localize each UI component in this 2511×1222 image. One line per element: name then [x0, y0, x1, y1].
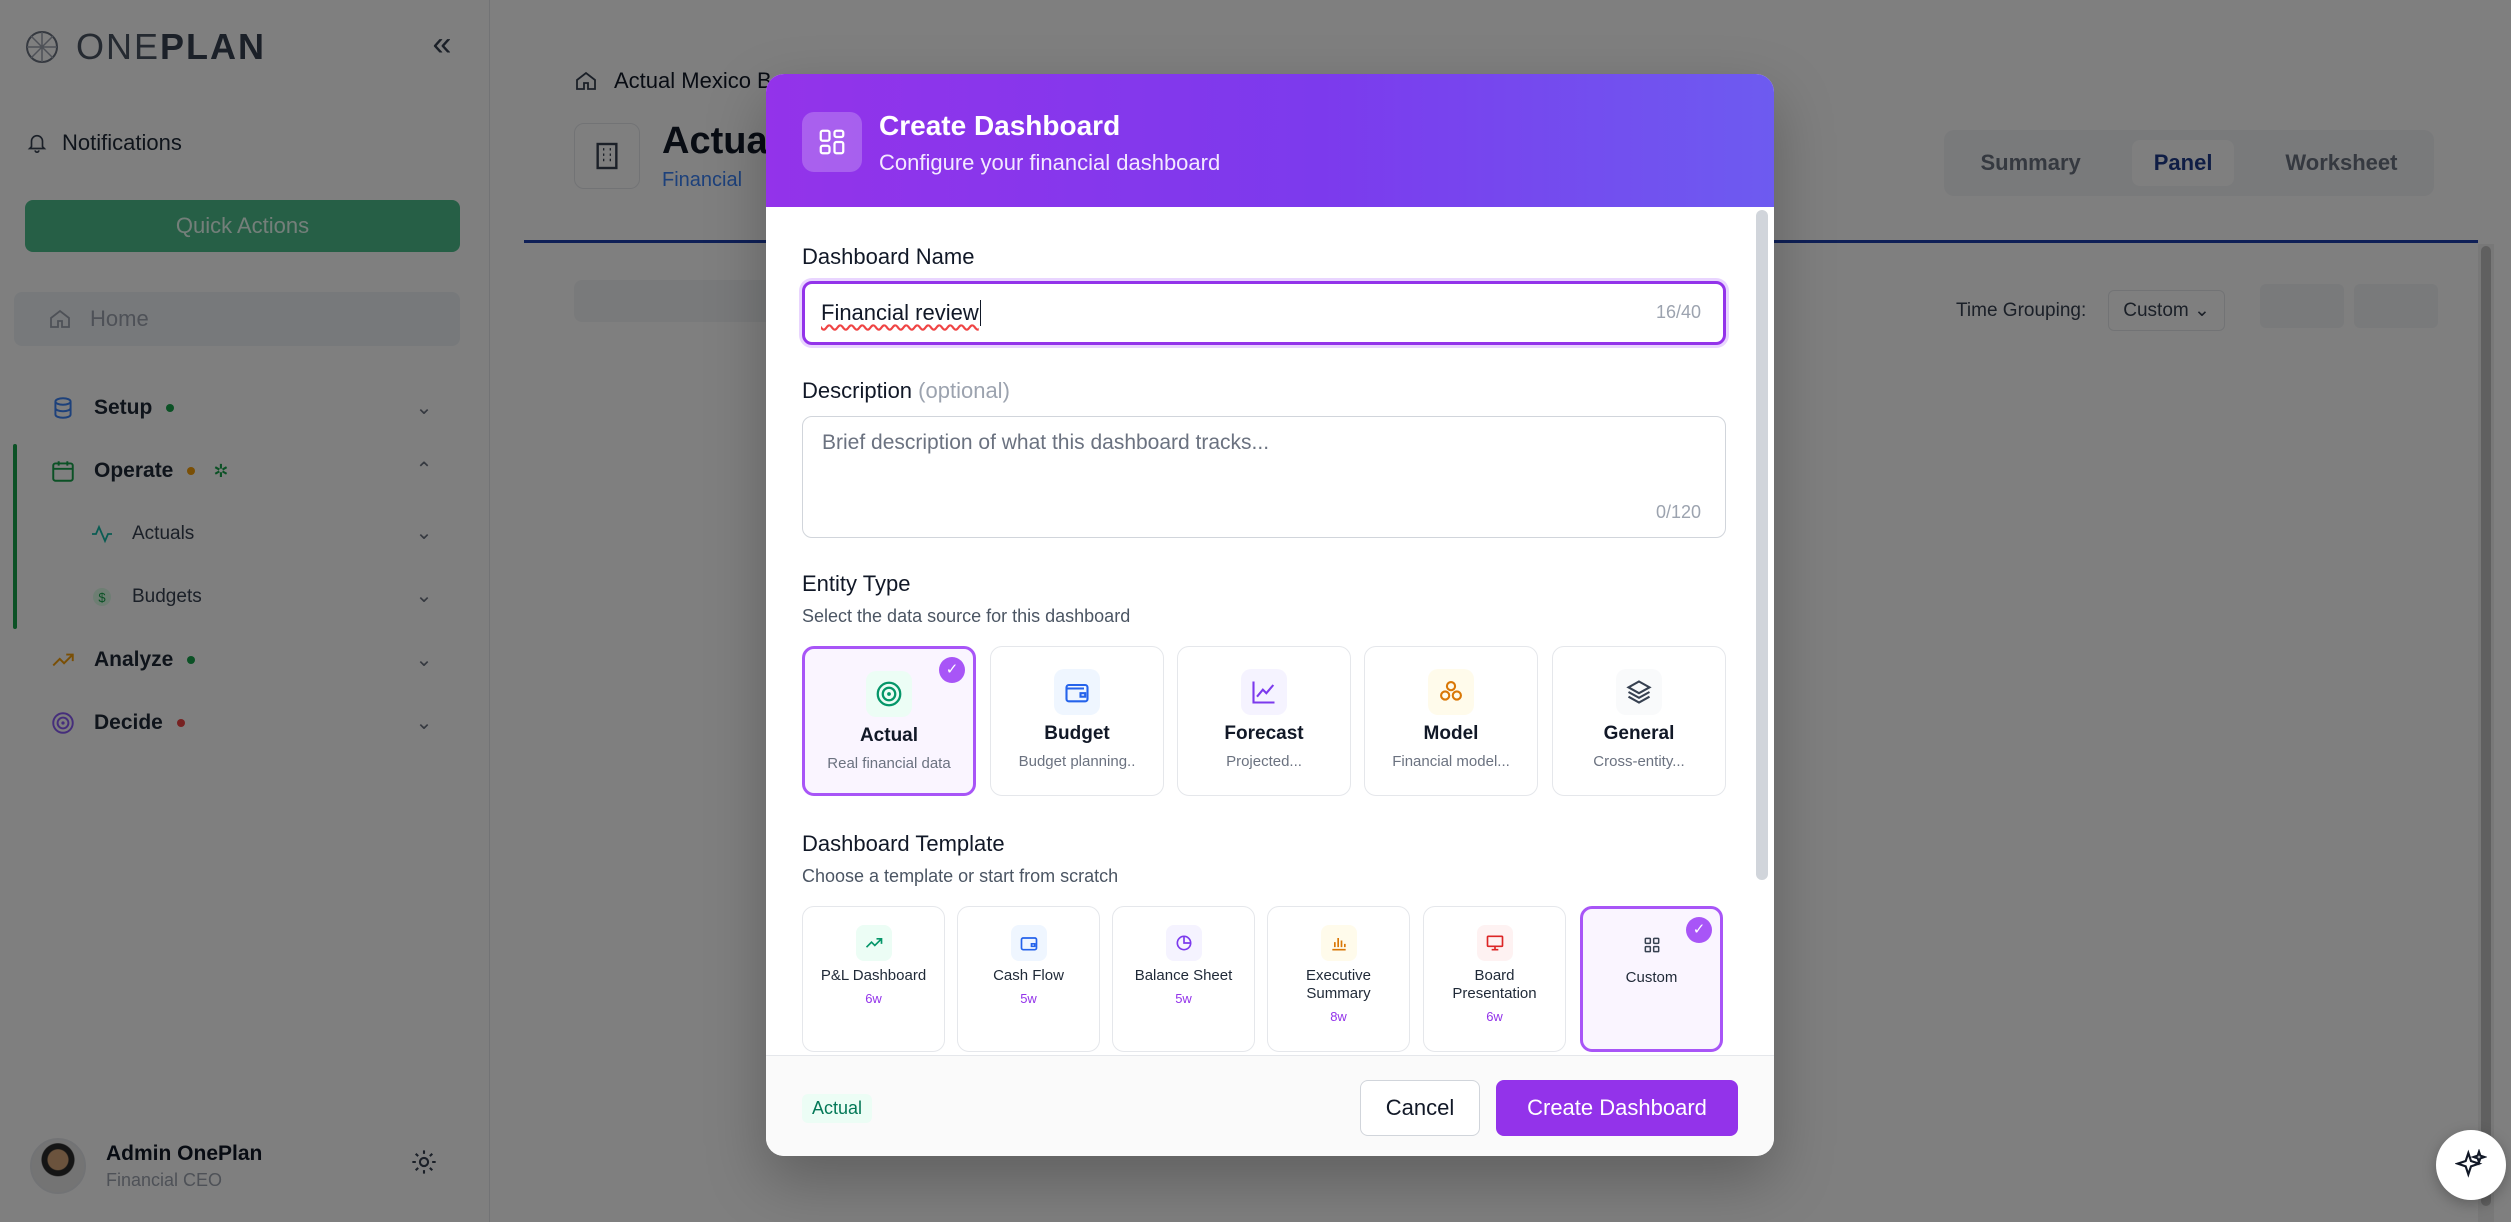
- trending-up-icon: [855, 925, 892, 961]
- template-card-balance-sheet[interactable]: Balance Sheet 5w: [1112, 906, 1255, 1052]
- sparkles-icon: [2455, 1149, 2487, 1178]
- cancel-button[interactable]: Cancel: [1360, 1080, 1480, 1136]
- template-weeks: 5w: [1175, 991, 1192, 1006]
- line-chart-icon: [1241, 669, 1287, 715]
- pie-chart-icon: [1165, 925, 1202, 961]
- check-icon: ✓: [1686, 917, 1712, 943]
- dashboard-name-input[interactable]: Financial review: [802, 281, 1726, 345]
- entity-desc: Real financial data: [827, 755, 951, 772]
- entity-card-general[interactable]: General Cross-entity...: [1552, 646, 1726, 796]
- entity-type-label: Entity Type: [802, 571, 911, 596]
- dialog-title: Create Dashboard: [879, 110, 1121, 141]
- presentation-icon: [1476, 925, 1513, 961]
- template-weeks: 6w: [865, 991, 882, 1006]
- entity-desc: Financial model...: [1392, 753, 1510, 770]
- template-weeks: 6w: [1486, 1009, 1503, 1024]
- boxes-icon: [1428, 669, 1474, 715]
- template-name: Cash Flow: [993, 967, 1064, 984]
- dashboard-name-label: Dashboard Name: [802, 244, 975, 269]
- bar-chart-icon: [1320, 925, 1357, 961]
- dashboard-name-value: Financial review: [821, 300, 979, 325]
- template-card-cash-flow[interactable]: Cash Flow 5w: [957, 906, 1100, 1052]
- template-card-board-presentation[interactable]: Board Presentation 6w: [1423, 906, 1566, 1052]
- entity-desc: Budget planning..: [1018, 753, 1136, 770]
- template-name: Executive Summary: [1305, 967, 1372, 1002]
- template-name: Board Presentation: [1452, 967, 1537, 1002]
- template-card-custom[interactable]: ✓ Custom: [1580, 906, 1723, 1052]
- template-label: Dashboard Template: [802, 831, 1005, 856]
- description-char-counter: 0/120: [1656, 502, 1702, 522]
- entity-card-actual[interactable]: ✓ Actual Real financial data: [802, 646, 976, 796]
- template-card-pl-dashboard[interactable]: P&L Dashboard 6w: [802, 906, 945, 1052]
- target-icon: [866, 671, 912, 717]
- check-icon: ✓: [939, 657, 965, 683]
- template-weeks: 5w: [1020, 991, 1037, 1006]
- template-card-executive-summary[interactable]: Executive Summary 8w: [1267, 906, 1410, 1052]
- create-dashboard-button[interactable]: Create Dashboard: [1496, 1080, 1738, 1136]
- layers-icon: [1616, 669, 1662, 715]
- template-name: Balance Sheet: [1134, 967, 1233, 984]
- wallet-icon: [1054, 669, 1100, 715]
- dashboard-grid-icon: [802, 112, 862, 172]
- dialog-subtitle: Configure your financial dashboard: [879, 150, 1221, 175]
- entity-type-hint: Select the data source for this dashboar…: [802, 606, 1131, 626]
- text-caret: [979, 300, 981, 326]
- name-char-counter: 16/40: [1656, 302, 1702, 322]
- template-hint: Choose a template or start from scratch: [802, 866, 1119, 886]
- template-name: P&L Dashboard: [820, 967, 927, 984]
- entity-desc: Projected...: [1226, 753, 1302, 770]
- description-placeholder: Brief description of what this dashboard…: [822, 431, 1270, 454]
- entity-name: General: [1603, 723, 1675, 744]
- ai-assistant-button[interactable]: [2436, 1130, 2506, 1200]
- dialog-header: Create Dashboard Configure your financia…: [766, 74, 1774, 207]
- dialog-footer: Actual Cancel Create Dashboard: [766, 1055, 1774, 1156]
- entity-desc: Cross-entity...: [1593, 753, 1685, 770]
- entity-name: Model: [1423, 723, 1479, 744]
- entity-name: Actual: [859, 725, 919, 746]
- grid-icon: [1634, 927, 1670, 963]
- entity-card-budget[interactable]: Budget Budget planning..: [990, 646, 1164, 796]
- selected-entity-badge: Actual: [802, 1094, 873, 1123]
- template-weeks: 8w: [1330, 1009, 1347, 1024]
- description-label: Description (optional): [802, 378, 1010, 403]
- dialog-scrollbar[interactable]: [1756, 210, 1768, 880]
- wallet-icon: [1010, 925, 1047, 961]
- entity-name: Forecast: [1224, 723, 1304, 744]
- template-name: Custom: [1625, 969, 1678, 986]
- entity-card-forecast[interactable]: Forecast Projected...: [1177, 646, 1351, 796]
- entity-name: Budget: [1044, 723, 1110, 744]
- entity-card-model[interactable]: Model Financial model...: [1364, 646, 1538, 796]
- create-dashboard-dialog: Create Dashboard Configure your financia…: [766, 74, 1774, 1156]
